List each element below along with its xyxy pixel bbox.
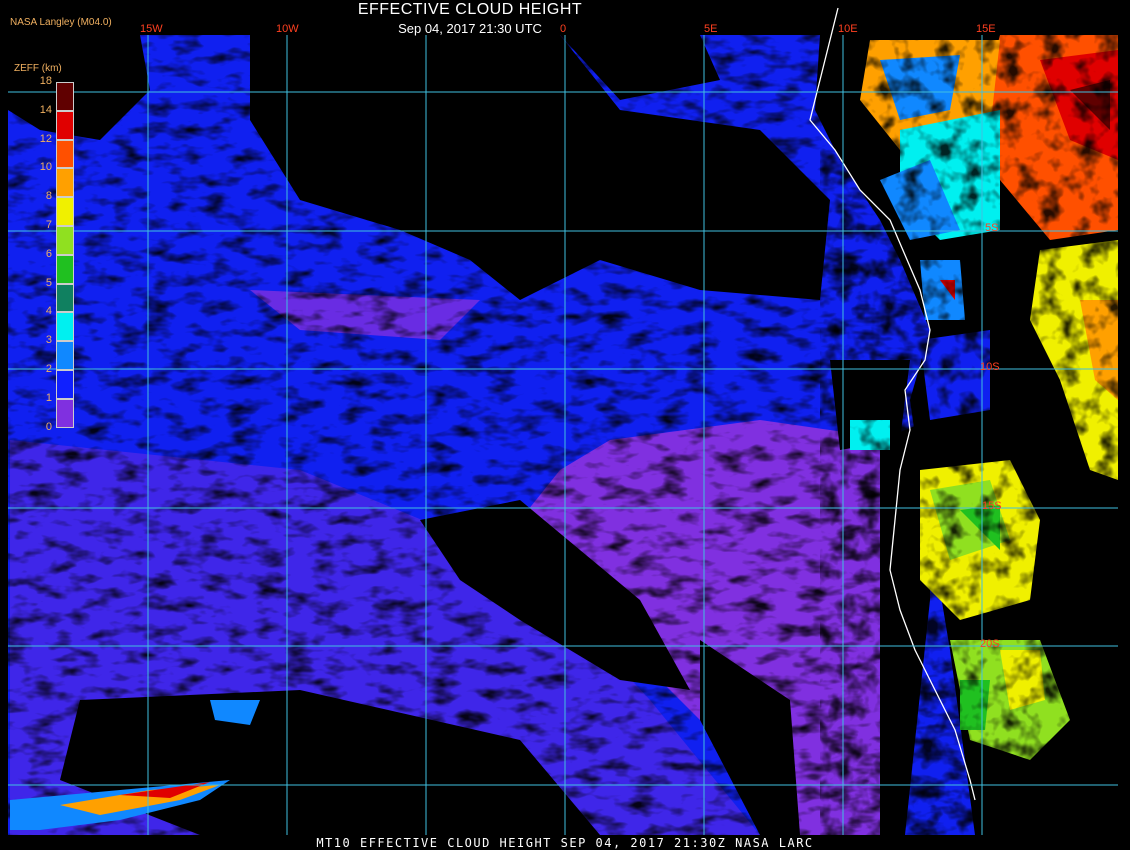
colorbar-tick-label: 1 bbox=[45, 391, 52, 404]
cloud-height-map bbox=[8, 7, 1118, 835]
colorbar-tick-label: 3 bbox=[45, 334, 52, 347]
footer-caption: MT10 EFFECTIVE CLOUD HEIGHT SEP 04, 2017… bbox=[316, 836, 814, 850]
colorbar-swatch bbox=[56, 254, 74, 284]
colorbar bbox=[56, 82, 74, 428]
colorbar-swatch bbox=[56, 197, 74, 226]
colorbar-tick-label: 14 bbox=[39, 103, 52, 116]
colorbar-swatch bbox=[56, 82, 74, 111]
colorbar-tick-label: 4 bbox=[45, 305, 52, 318]
lon-label: 0 bbox=[560, 23, 567, 35]
colorbar-tick-label: 6 bbox=[45, 247, 52, 260]
colorbar-swatch bbox=[56, 341, 74, 370]
lat-label: 5S bbox=[985, 222, 999, 234]
lon-label: 10E bbox=[838, 23, 858, 35]
map-title: EFFECTIVE CLOUD HEIGHT bbox=[357, 1, 583, 18]
lon-label: 15E bbox=[976, 23, 996, 35]
lat-label: 10S bbox=[980, 361, 1000, 373]
colorbar-tick-label: 10 bbox=[39, 161, 52, 174]
colorbar-tick-label: 5 bbox=[45, 276, 52, 289]
colorbar-tick-label: 18 bbox=[39, 75, 52, 87]
colorbar-swatch bbox=[56, 139, 74, 169]
lat-label: 15S bbox=[982, 500, 1002, 512]
colorbar-tick-label: 7 bbox=[45, 219, 52, 231]
lon-label: 5E bbox=[704, 23, 718, 35]
colorbar-swatch bbox=[56, 369, 74, 399]
colorbar-tick-label: 8 bbox=[45, 190, 52, 203]
colorbar-tick-label: 0 bbox=[45, 420, 52, 433]
colorbar-swatch bbox=[56, 283, 74, 313]
colorbar-swatch bbox=[56, 398, 74, 428]
lon-label: 10W bbox=[276, 23, 299, 35]
colorbar-swatch bbox=[56, 110, 74, 140]
lat-label: 20S bbox=[980, 638, 1000, 650]
colorbar-tick-label: 2 bbox=[45, 363, 52, 375]
credit-label: NASA Langley (M04.0) bbox=[10, 17, 112, 28]
colorbar-title: ZEFF (km) bbox=[14, 63, 62, 74]
colorbar-tick-label: 12 bbox=[39, 132, 52, 145]
colorbar-swatch bbox=[56, 168, 74, 198]
colorbar-swatch bbox=[56, 225, 74, 255]
lon-label: 15W bbox=[140, 23, 163, 35]
colorbar-swatch bbox=[56, 312, 74, 342]
